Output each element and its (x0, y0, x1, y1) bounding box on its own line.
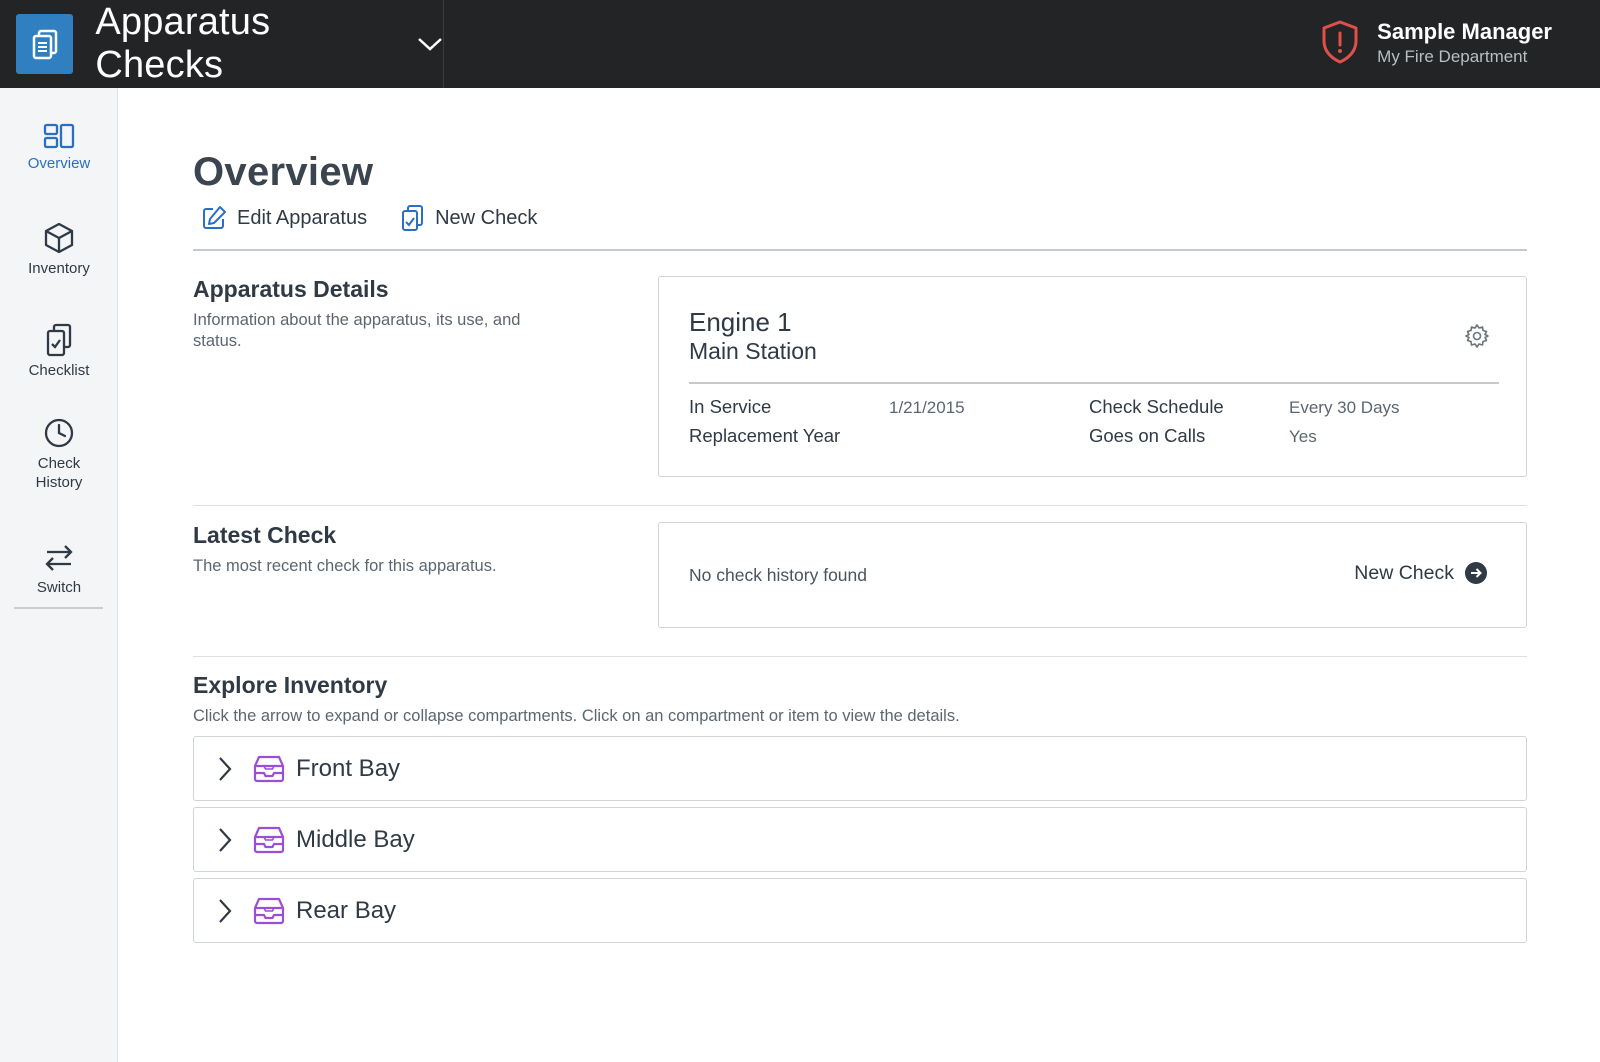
page-title: Overview (193, 150, 374, 194)
compartment-label: Rear Bay (296, 896, 397, 924)
chevron-right-icon[interactable] (216, 897, 234, 925)
goes-on-calls-value: Yes (1289, 427, 1317, 446)
user-menu[interactable]: Sample Manager My Fire Department (1319, 0, 1552, 88)
page-actions: Edit Apparatus New Check (201, 204, 569, 232)
explore-inventory-description: Click the arrow to expand or collapse co… (193, 707, 960, 725)
sidebar-item-overview[interactable]: Overview (0, 122, 118, 173)
department-name: My Fire Department (1377, 47, 1528, 66)
clipboard-check-icon (402, 205, 424, 231)
replacement-year-label: Replacement Year (689, 425, 841, 446)
compartment-front-bay[interactable]: Front Bay (193, 736, 1527, 801)
sidebar-divider (14, 607, 103, 609)
compartment-label: Front Bay (296, 754, 401, 782)
no-check-history-text: No check history found (689, 565, 868, 585)
compartment-rear-bay[interactable]: Rear Bay (193, 878, 1527, 943)
check-schedule-label: Check Schedule (1089, 396, 1224, 417)
apparatus-details-heading: Apparatus Details (193, 276, 389, 302)
compartment-tray-icon (252, 897, 286, 925)
latest-check-card: No check history found New Check (658, 522, 1527, 628)
app-title: Apparatus Checks (95, 1, 271, 86)
new-check-link[interactable]: New Check (1354, 561, 1488, 585)
app-logo-icon (16, 14, 74, 74)
check-schedule-value: Every 30 Days (1289, 398, 1400, 417)
apparatus-details-description: Information about the apparatus, its use… (193, 311, 521, 350)
compartment-middle-bay[interactable]: Middle Bay (193, 807, 1527, 872)
sidebar-item-check-history[interactable]: Check History (0, 416, 118, 492)
latest-check-heading: Latest Check (193, 522, 337, 548)
sidebar-item-label: Inventory (28, 260, 90, 277)
card-divider (689, 382, 1499, 384)
apparatus-name: Engine 1 (689, 307, 792, 337)
compartment-label: Middle Bay (296, 825, 415, 853)
sidebar-item-checklist[interactable]: Checklist (0, 323, 118, 380)
chevron-right-icon[interactable] (216, 755, 234, 783)
compartment-tray-icon (252, 755, 286, 783)
sidebar-item-switch[interactable]: Switch (0, 542, 118, 597)
edit-apparatus-button[interactable]: Edit Apparatus (201, 205, 367, 231)
section-divider (193, 505, 1527, 506)
user-name: Sample Manager (1377, 19, 1552, 44)
arrow-right-circle-icon (1465, 562, 1487, 584)
goes-on-calls-label: Goes on Calls (1089, 425, 1206, 446)
new-check-link-label: New Check (1354, 561, 1454, 584)
sidebar-item-inventory[interactable]: Inventory (0, 221, 118, 278)
new-check-label: New Check (435, 206, 538, 229)
compartment-tray-icon (252, 826, 286, 854)
title-divider (193, 249, 1527, 251)
cube-icon (44, 222, 74, 254)
edit-icon (203, 206, 226, 229)
top-bar: Apparatus Checks Sample Manager My Fire … (0, 0, 1600, 88)
new-check-button[interactable]: New Check (399, 204, 537, 232)
swap-arrows-icon (45, 545, 73, 571)
clock-icon (44, 418, 74, 448)
sidebar-item-label: Check History (35, 455, 83, 491)
explore-inventory-heading: Explore Inventory (193, 672, 388, 698)
apparatus-details-card: Engine 1 Main Station In Service 1/21/20… (658, 276, 1527, 477)
apparatus-station: Main Station (689, 338, 817, 364)
sidebar-item-label: Switch (36, 579, 82, 596)
chevron-right-icon[interactable] (216, 826, 234, 854)
gear-icon[interactable] (1464, 323, 1490, 354)
chevron-down-icon[interactable] (417, 36, 443, 52)
in-service-value: 1/21/2015 (889, 398, 965, 417)
sidebar: Overview Inventory Checklist Check Histo… (0, 88, 118, 1062)
sidebar-item-label: Checklist (28, 362, 90, 379)
in-service-label: In Service (689, 396, 772, 417)
latest-check-description: The most recent check for this apparatus… (193, 557, 497, 575)
edit-apparatus-label: Edit Apparatus (237, 206, 368, 229)
shield-alert-icon (1319, 19, 1361, 70)
app-switcher[interactable]: Apparatus Checks (0, 0, 444, 88)
sidebar-item-label: Overview (27, 155, 91, 172)
overview-icon (43, 123, 75, 149)
clipboard-check-icon (46, 323, 72, 357)
section-divider (193, 656, 1527, 657)
